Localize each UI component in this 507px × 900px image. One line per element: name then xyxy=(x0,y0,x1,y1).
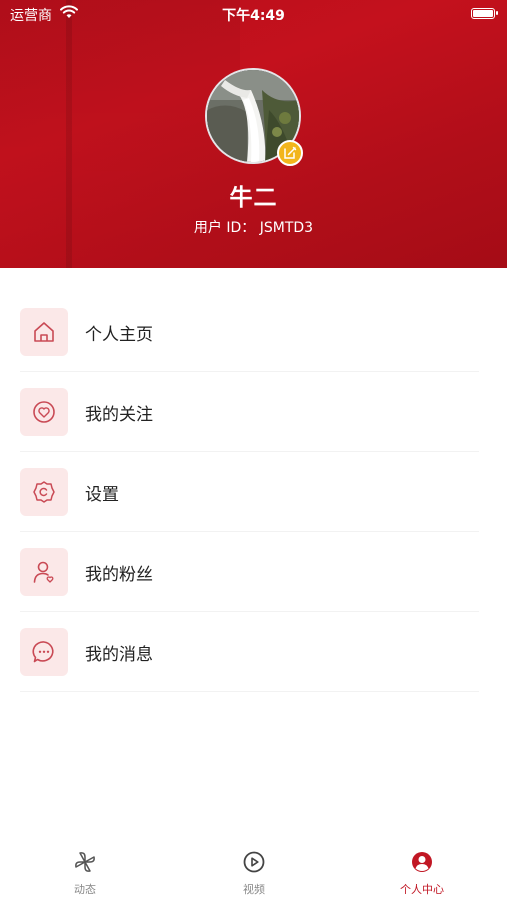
menu-item-label: 我的消息 xyxy=(85,645,153,665)
menu-item-following[interactable]: 我的关注 xyxy=(20,372,479,452)
chat-icon xyxy=(32,641,54,663)
tab-feed[interactable]: 动态 xyxy=(25,850,145,900)
gear-icon xyxy=(33,481,55,503)
edit-avatar-button[interactable] xyxy=(277,140,303,166)
profile-menu: 个人主页 我的关注 设置 我的粉丝 我的消息 xyxy=(0,292,507,692)
heart-icon xyxy=(33,401,55,423)
menu-item-messages[interactable]: 我的消息 xyxy=(20,612,479,692)
menu-icon-box xyxy=(20,548,68,596)
menu-icon-box xyxy=(20,388,68,436)
clock: 下午4:49 xyxy=(222,8,285,24)
tab-profile[interactable]: 个人中心 xyxy=(362,850,482,900)
profile-header: 运营商 下午4:49 牛二 用户 ID： JSMTD3 xyxy=(0,0,507,268)
menu-item-label: 个人主页 xyxy=(85,325,153,345)
tab-label: 动态 xyxy=(74,883,96,896)
user-heart-icon xyxy=(33,561,54,583)
menu-icon-box xyxy=(20,628,68,676)
menu-item-fans[interactable]: 我的粉丝 xyxy=(20,532,479,612)
tab-label: 视频 xyxy=(243,883,265,896)
battery-icon xyxy=(471,8,498,19)
user-name: 牛二 xyxy=(229,185,278,211)
pinwheel-icon xyxy=(75,852,95,872)
tab-label: 个人中心 xyxy=(400,883,444,896)
menu-item-label: 我的粉丝 xyxy=(85,565,153,585)
edit-icon xyxy=(284,146,297,159)
menu-icon-box xyxy=(20,468,68,516)
status-bar: 运营商 下午4:49 xyxy=(0,0,507,28)
menu-item-homepage[interactable]: 个人主页 xyxy=(20,292,479,372)
menu-item-label: 设置 xyxy=(85,485,119,505)
menu-item-settings[interactable]: 设置 xyxy=(20,452,479,532)
menu-item-label: 我的关注 xyxy=(85,405,153,425)
play-circle-icon xyxy=(243,851,265,873)
tab-bar: 动态 视频 个人中心 xyxy=(0,840,507,900)
home-icon xyxy=(34,322,54,342)
tab-video[interactable]: 视频 xyxy=(194,850,314,900)
person-circle-icon xyxy=(412,852,432,872)
user-id: 用户 ID： JSMTD3 xyxy=(193,220,314,236)
menu-icon-box xyxy=(20,308,68,356)
